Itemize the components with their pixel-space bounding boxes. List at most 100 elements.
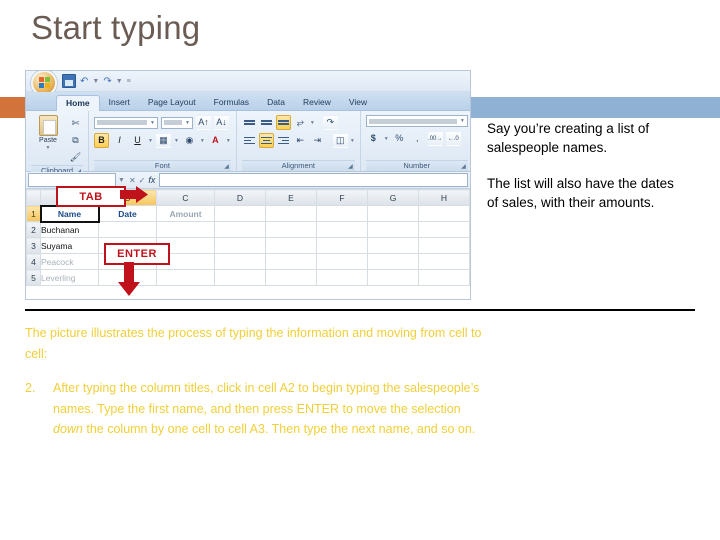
grow-font-icon[interactable]: A↑ [196, 115, 211, 130]
cell-c1[interactable]: Amount [156, 205, 215, 222]
increase-indent-icon[interactable]: ⇥ [310, 133, 325, 148]
decrease-decimal-icon[interactable]: ←.0 [445, 131, 461, 146]
cell-g5[interactable] [367, 269, 419, 286]
font-dialog-launcher-icon[interactable]: ◢ [224, 162, 229, 172]
customize-toolbar-icon[interactable]: ≡ [127, 78, 131, 85]
underline-dropdown-icon[interactable]: ▼ [148, 138, 153, 144]
tab-review[interactable]: Review [294, 95, 340, 110]
undo-icon[interactable]: ↶ [80, 76, 88, 87]
borders-icon[interactable]: ▦ [155, 133, 171, 148]
cell-e1[interactable] [265, 205, 317, 222]
column-header-e[interactable]: E [265, 189, 317, 206]
column-header-f[interactable]: F [316, 189, 368, 206]
decrease-indent-icon[interactable]: ⇤ [293, 133, 308, 148]
underline-icon[interactable]: U [130, 133, 145, 148]
cell-a3[interactable]: Suyama [40, 237, 99, 254]
tab-formulas[interactable]: Formulas [205, 95, 258, 110]
currency-icon[interactable]: $ [366, 131, 381, 146]
cell-c2[interactable] [156, 221, 215, 238]
increase-decimal-icon[interactable]: .00→ [427, 131, 443, 146]
cell-h4[interactable] [418, 253, 470, 270]
cell-f4[interactable] [316, 253, 368, 270]
cell-h2[interactable] [418, 221, 470, 238]
cell-d3[interactable] [214, 237, 266, 254]
row-header-2[interactable]: 2 [26, 221, 41, 238]
shrink-font-icon[interactable]: A↓ [214, 115, 229, 130]
cell-a2[interactable]: Buchanan [40, 221, 99, 238]
number-format-select[interactable]: ▼ [365, 115, 468, 127]
name-box-dropdown-icon[interactable]: ▼ [118, 177, 125, 184]
paste-button[interactable]: Paste ▼ [31, 115, 65, 151]
percent-icon[interactable]: % [392, 131, 407, 146]
tab-view[interactable]: View [340, 95, 376, 110]
redo-icon[interactable]: ↷ [103, 76, 111, 87]
cell-e4[interactable] [265, 253, 317, 270]
cell-g2[interactable] [367, 221, 419, 238]
save-icon[interactable] [62, 74, 76, 88]
undo-dropdown-icon[interactable]: ▼ [92, 78, 99, 85]
italic-icon[interactable]: I [112, 133, 127, 148]
font-size-select[interactable]: ▼ [161, 116, 193, 129]
bold-icon[interactable]: B [94, 133, 109, 148]
cell-h3[interactable] [418, 237, 470, 254]
cell-e5[interactable] [265, 269, 317, 286]
tab-home[interactable]: Home [56, 95, 100, 111]
insert-function-icon[interactable]: fx [148, 175, 155, 185]
column-header-d[interactable]: D [214, 189, 266, 206]
tab-data[interactable]: Data [258, 95, 294, 110]
font-family-select[interactable]: ▼ [94, 116, 158, 129]
cell-g4[interactable] [367, 253, 419, 270]
format-painter-icon[interactable]: 🖌 [68, 150, 83, 165]
cell-h5[interactable] [418, 269, 470, 286]
redo-dropdown-icon[interactable]: ▼ [116, 78, 123, 85]
cell-c5[interactable] [156, 269, 215, 286]
cell-e3[interactable] [265, 237, 317, 254]
name-box[interactable] [28, 173, 116, 187]
cell-b2[interactable] [98, 221, 157, 238]
wrap-text-icon[interactable]: ↷ [322, 115, 338, 130]
row-header-4[interactable]: 4 [26, 253, 41, 270]
accept-entry-icon[interactable]: ✓ [139, 176, 146, 185]
cell-f2[interactable] [316, 221, 368, 238]
currency-dropdown-icon[interactable]: ▼ [384, 136, 389, 142]
font-color-dropdown-icon[interactable]: ▼ [226, 138, 231, 144]
cell-g3[interactable] [367, 237, 419, 254]
align-left-icon[interactable] [242, 133, 257, 148]
font-color-icon[interactable]: A [208, 133, 223, 148]
copy-icon[interactable]: ⧉ [68, 133, 83, 148]
cell-g1[interactable] [367, 205, 419, 222]
cell-h1[interactable] [418, 205, 470, 222]
cell-e2[interactable] [265, 221, 317, 238]
cell-d5[interactable] [214, 269, 266, 286]
align-top-icon[interactable] [242, 115, 257, 130]
merge-cells-icon[interactable]: ◫ [332, 133, 348, 148]
merge-dropdown-icon[interactable]: ▼ [350, 138, 355, 144]
tab-insert[interactable]: Insert [100, 95, 139, 110]
row-header-3[interactable]: 3 [26, 237, 41, 254]
formula-input[interactable] [159, 173, 468, 187]
fill-color-dropdown-icon[interactable]: ▼ [200, 138, 205, 144]
align-bottom-icon[interactable] [275, 115, 291, 130]
cut-icon[interactable]: ✄ [68, 116, 83, 131]
paste-dropdown-icon[interactable]: ▼ [46, 145, 51, 151]
tab-page-layout[interactable]: Page Layout [139, 95, 205, 110]
alignment-dialog-launcher-icon[interactable]: ◢ [348, 162, 353, 172]
cell-a5[interactable]: Leverling [40, 269, 99, 286]
column-header-h[interactable]: H [418, 189, 470, 206]
cell-d2[interactable] [214, 221, 266, 238]
align-right-icon[interactable] [276, 133, 291, 148]
cell-d1[interactable] [214, 205, 266, 222]
column-header-g[interactable]: G [367, 189, 419, 206]
row-header-5[interactable]: 5 [26, 269, 41, 286]
orientation-dropdown-icon[interactable]: ▼ [310, 120, 315, 126]
align-center-icon[interactable] [258, 133, 274, 148]
select-all-corner[interactable] [26, 189, 41, 206]
orientation-icon[interactable]: ⥂ [293, 115, 308, 130]
cell-f5[interactable] [316, 269, 368, 286]
cell-a1[interactable]: Name [39, 204, 100, 223]
column-header-c[interactable]: C [156, 189, 215, 206]
cell-a4[interactable]: Peacock [40, 253, 99, 270]
cell-f1[interactable] [316, 205, 368, 222]
cancel-entry-icon[interactable]: ✕ [129, 176, 136, 185]
borders-dropdown-icon[interactable]: ▼ [174, 138, 179, 144]
